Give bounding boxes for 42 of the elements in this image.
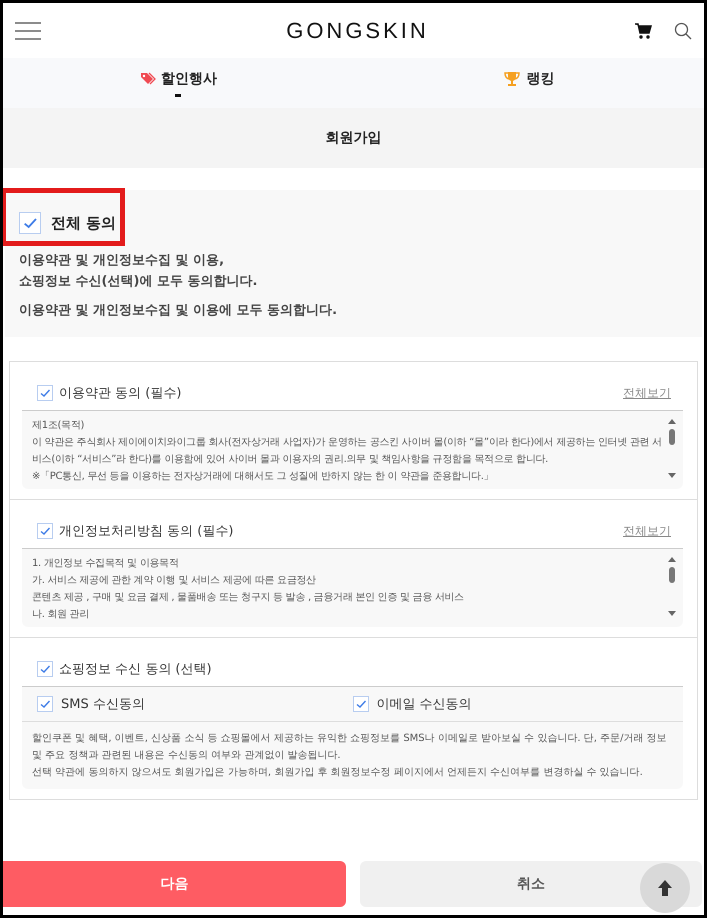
checkbox[interactable] bbox=[37, 385, 53, 401]
checkbox[interactable] bbox=[352, 696, 368, 712]
terms-text: 제1조(목적) bbox=[32, 419, 86, 433]
terms-text: ※「PC통신, 무선 등을 이용하는 전자상거래에 대해서도 그 성질에 반하지 않는 한 이 약관을 준용합니다.」 bbox=[32, 470, 494, 484]
notice-text: 선택 약관에 동의하지 않으셔도 회원가입은 가능하며, 회원가입 후 회원정보수정 페이지에서 언제든지 수신여부를 변경하실 수 있습니다. bbox=[32, 766, 644, 780]
check-icon bbox=[39, 387, 51, 399]
terms-text: 나. 회원 관리 bbox=[32, 608, 90, 622]
check-icon bbox=[39, 663, 51, 675]
terms-text: 1. 개인정보 수집목적 및 이용목적 bbox=[32, 557, 180, 571]
checkbox[interactable] bbox=[37, 523, 53, 539]
checkbox[interactable] bbox=[37, 661, 53, 677]
option-label: 이메일 수신동의 bbox=[376, 696, 472, 713]
nav-tab[interactable]: 랭킹 bbox=[354, 58, 704, 108]
terms-text: 콘텐츠 제공 , 구매 및 요금 결제 , 물품배송 또는 청구지 등 발송 , 금융거래 본인 인증 및 금융 서비스 bbox=[32, 591, 465, 605]
check-icon bbox=[354, 698, 366, 710]
agree-all-note: 이용약관 및 개인정보수집 및 이용에 모두 동의합니다. bbox=[19, 302, 338, 319]
up-arrow-icon bbox=[657, 879, 673, 897]
agreement-label: 쇼핑정보 수신 동의 (선택) bbox=[59, 661, 213, 678]
agreement-label: 개인정보처리방침 동의 (필수) bbox=[59, 523, 234, 540]
checkbox[interactable] bbox=[19, 212, 41, 234]
search-icon[interactable] bbox=[674, 22, 692, 40]
terms-box[interactable] bbox=[22, 411, 683, 489]
menu-icon[interactable] bbox=[15, 22, 41, 40]
view-all-link[interactable]: 전체보기 bbox=[623, 522, 671, 540]
option-label: SMS 수신동의 bbox=[61, 696, 145, 713]
terms-box[interactable]: 1. 개인정보 수집목적 및 이용목적 가. 서비스 제공에 관한 계약 이행 및 서비스 제공에 따른 요금정산 콘텐츠 제공 , 구매 및 요금 결제 , 물품배송 또는 청구지 등 발송 , 금융거래 본인 인증 및 금융 서비스 나. 회원 관리 bbox=[22, 549, 683, 627]
terms-text: 이 약관은 주식회사 제이에이치와이그룹 회사(전자상거래 사업자)가 운영하는 공스킨 사이버 몰(이하 “몰”이라 한다)에서 제공하는 인터넷 관련 서비스(이하 “서비스”라 한다)를 이용함에 있어 사이버 몰과 이용자의 권리.의무 및 책임사항을 규정함을 목적으로 합니다. bbox=[32, 436, 663, 467]
logo[interactable]: GONGSKIN bbox=[41, 18, 634, 44]
check-icon bbox=[39, 698, 51, 710]
nav-tab[interactable]: 할인행사 bbox=[3, 58, 354, 108]
page-title: 회원가입 bbox=[326, 129, 382, 147]
agree-all-description: 이용약관 및 개인정보수집 및 이용, 쇼핑정보 수신(선택)에 모두 동의합니다. bbox=[19, 252, 258, 291]
tag-icon bbox=[140, 72, 156, 86]
check-icon bbox=[39, 525, 51, 537]
checkbox[interactable] bbox=[37, 696, 53, 712]
cart-icon[interactable] bbox=[634, 22, 652, 40]
view-all-link[interactable]: 전체보기 bbox=[623, 384, 671, 402]
terms-text: 가. 서비스 제공에 관한 계약 이행 및 서비스 제공에 따른 요금정산 bbox=[32, 574, 317, 588]
agree-all-label: 전체 동의 bbox=[51, 214, 116, 232]
agreement-label: 이용약관 동의 (필수) bbox=[59, 385, 182, 402]
notice-text: 할인쿠폰 및 혜택, 이벤트, 신상품 소식 등 쇼핑몰에서 제공하는 유익한 쇼핑정보를 SMS나 이메일로 받아보실 수 있습니다. 단, 주문/거래 정보 및 주요 정책과 관련된 내용은 수신동의 여부와 관계없이 발송됩니다. bbox=[32, 732, 668, 763]
trophy-icon bbox=[503, 70, 522, 86]
